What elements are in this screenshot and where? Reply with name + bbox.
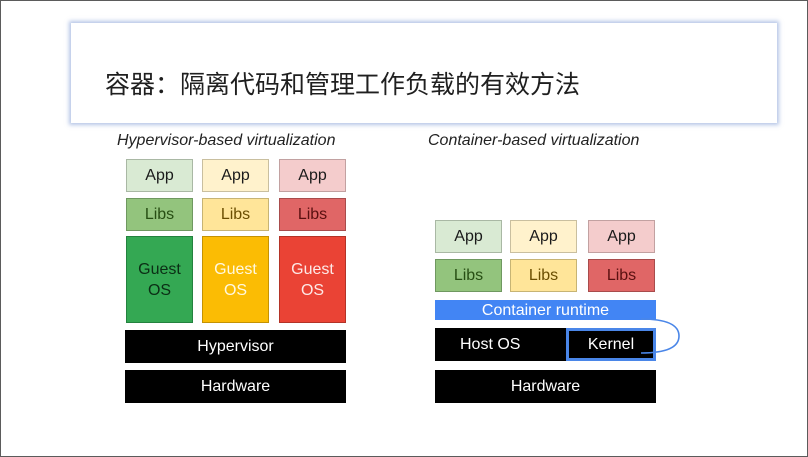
container-caption: Container-based virtualization [428, 132, 640, 149]
ct-libs-2: Libs [510, 259, 577, 292]
kernel-connector-arc [641, 318, 680, 354]
slide-title: 容器：隔离代码和管理工作负载的有效方法 [105, 70, 581, 99]
hv-libs-3: Libs [279, 198, 346, 231]
container-runtime-layer: Container runtime [435, 300, 656, 320]
hv-libs-1: Libs [126, 198, 193, 231]
ct-libs-1: Libs [435, 259, 502, 292]
ct-libs-3: Libs [588, 259, 655, 292]
hv-app-1: App [126, 159, 193, 192]
ct-hardware-layer: Hardware [435, 370, 656, 403]
hv-guest-os-1: Guest OS [126, 236, 193, 323]
hv-guest-os-3: Guest OS [279, 236, 346, 323]
hv-app-2: App [202, 159, 269, 192]
hv-libs-2: Libs [202, 198, 269, 231]
host-os-label: Host OS [460, 336, 521, 353]
ct-app-2: App [510, 220, 577, 253]
hypervisor-layer: Hypervisor [125, 330, 346, 363]
hv-hardware-layer: Hardware [125, 370, 346, 403]
ct-app-3: App [588, 220, 655, 253]
slide: 容器：隔离代码和管理工作负载的有效方法 Hypervisor-based vir… [0, 0, 808, 457]
hv-guest-os-2: Guest OS [202, 236, 269, 323]
hypervisor-caption: Hypervisor-based virtualization [117, 132, 336, 149]
hv-app-3: App [279, 159, 346, 192]
ct-app-1: App [435, 220, 502, 253]
title-box: 容器：隔离代码和管理工作负载的有效方法 [71, 23, 777, 123]
